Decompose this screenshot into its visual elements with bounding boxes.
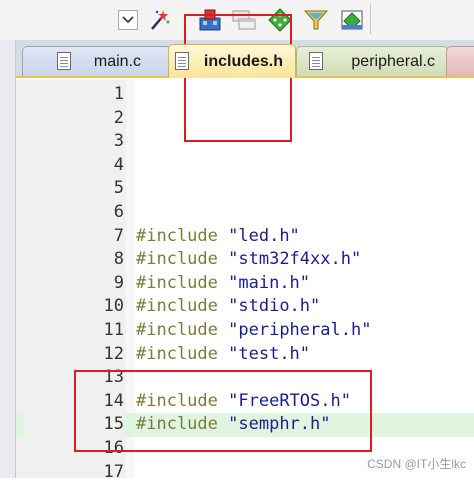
funnel-icon[interactable] [302, 6, 330, 34]
toolbar-separator [370, 4, 371, 34]
include-keyword: #include [136, 249, 218, 270]
code-line[interactable]: 7 #include "led.h" [16, 225, 474, 249]
tab-peripheral-c[interactable]: peripheral.c [296, 46, 448, 76]
code-line[interactable]: 4 [16, 154, 474, 178]
code-line[interactable]: 3 [16, 130, 474, 154]
file-icon [175, 52, 189, 70]
tab-main-c[interactable]: main.c [22, 46, 172, 76]
include-keyword: #include [136, 272, 218, 293]
include-keyword: #include [136, 225, 218, 246]
include-keyword: #include [136, 414, 218, 435]
window-layout-icon[interactable] [230, 6, 258, 34]
line-number: 7 [113, 225, 124, 246]
left-panel-edge [0, 40, 16, 478]
toolbar [0, 0, 474, 40]
line-number: 3 [113, 131, 124, 152]
code-line[interactable]: 8 #include "stm32f4xx.h" [16, 248, 474, 272]
build-target-icon[interactable] [196, 6, 224, 34]
line-number: 10 [103, 296, 124, 317]
code-text: #include "stdio.h" [136, 295, 320, 319]
code-line[interactable]: 10 #include "stdio.h" [16, 295, 474, 319]
code-line[interactable]: 14 #include "FreeRTOS.h" [16, 390, 474, 414]
tab-label: main.c [93, 52, 141, 70]
code-line[interactable]: 15 #include "semphr.h" [16, 413, 474, 437]
code-line[interactable]: 9 #include "main.h" [16, 272, 474, 296]
code-line[interactable]: 11 #include "peripheral.h" [16, 319, 474, 343]
code-line[interactable]: 2 [16, 107, 474, 131]
tab-overflow[interactable] [446, 46, 474, 76]
include-string: "peripheral.h" [228, 320, 372, 340]
include-keyword: #include [136, 390, 218, 411]
include-keyword: #include [136, 296, 218, 317]
line-number: 8 [113, 249, 124, 270]
code-text: #include "semphr.h" [136, 413, 331, 437]
include-string: "test.h" [228, 343, 311, 364]
include-string: "stm32f4xx.h" [228, 249, 362, 270]
line-number: 13 [103, 367, 124, 388]
code-line[interactable]: 6 [16, 201, 474, 225]
code-text: #include "main.h" [136, 272, 310, 296]
tab-label: peripheral.c [351, 52, 435, 70]
line-number: 5 [113, 178, 124, 199]
tab-label: includes.h [203, 52, 283, 70]
line-number: 11 [103, 320, 124, 340]
code-text: #include "led.h" [136, 225, 300, 249]
code-text: #include "FreeRTOS.h" [136, 390, 351, 414]
code-text: #include "peripheral.h" [136, 319, 371, 343]
include-string: "semphr.h" [228, 414, 331, 435]
manage-components-icon[interactable] [338, 6, 366, 34]
include-string: "led.h" [228, 225, 300, 246]
code-line[interactable]: 12 #include "test.h" [16, 343, 474, 367]
file-icon [309, 52, 323, 70]
line-number: 6 [113, 202, 124, 222]
tab-bar: main.c includes.h peripheral.c [0, 40, 474, 78]
green-diamond-icon[interactable] [266, 6, 294, 34]
code-text: #include "test.h" [136, 343, 310, 367]
line-number: 16 [103, 438, 124, 458]
include-string: "main.h" [228, 272, 311, 293]
include-keyword: #include [136, 320, 218, 340]
dropdown-arrow-icon[interactable] [118, 10, 138, 30]
include-string: "FreeRTOS.h" [228, 390, 351, 411]
magic-wand-icon[interactable] [146, 6, 174, 34]
line-number: 17 [103, 461, 124, 482]
file-icon [57, 52, 71, 70]
line-number: 14 [103, 390, 124, 411]
line-number: 12 [103, 343, 124, 364]
line-number: 2 [113, 107, 124, 128]
code-line[interactable]: 13 [16, 366, 474, 390]
line-number: 4 [113, 154, 124, 175]
line-number: 9 [113, 272, 124, 293]
tab-includes-h[interactable]: includes.h [168, 44, 296, 78]
code-line[interactable]: 1 [16, 83, 474, 107]
code-text: #include "stm32f4xx.h" [136, 248, 361, 272]
code-line[interactable]: 5 [16, 177, 474, 201]
line-number: 15 [24, 413, 124, 437]
watermark: CSDN @IT小生lkc [367, 457, 466, 471]
line-number: 1 [113, 84, 124, 104]
include-string: "stdio.h" [228, 296, 321, 317]
include-keyword: #include [136, 343, 218, 364]
